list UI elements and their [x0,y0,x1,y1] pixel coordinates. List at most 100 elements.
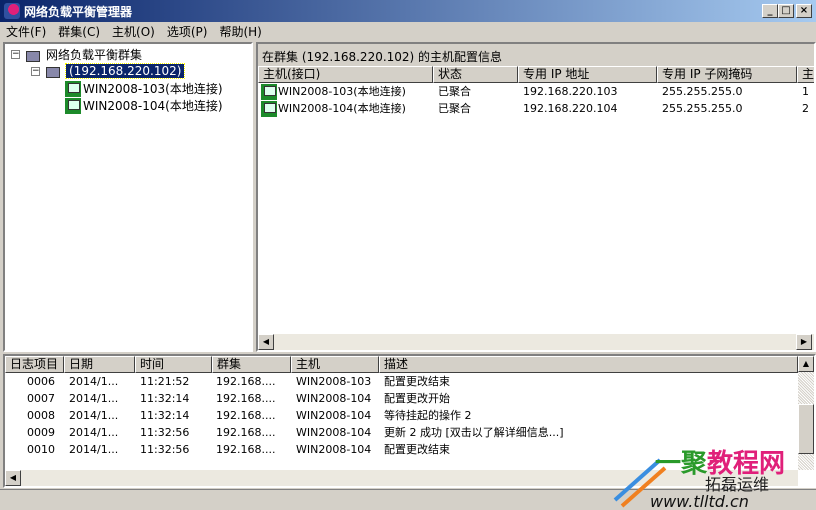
status-bar [0,489,816,510]
scroll-left-icon[interactable]: ◀ [5,470,21,486]
col-priority[interactable]: 主 [797,66,814,83]
cell: WIN2008-103 [296,375,372,388]
cell: 11:32:14 [140,409,190,422]
log-vertical-scrollbar[interactable]: ▲ [798,356,814,470]
app-icon [4,3,20,19]
col-time[interactable]: 时间 [135,356,212,373]
cell: 2014/1... [69,426,119,439]
tree-host[interactable]: WIN2008-103(本地连接) [65,80,223,97]
col-ip[interactable]: 专用 IP 地址 [518,66,657,83]
tree-cluster[interactable]: − (192.168.220.102) [31,63,186,79]
network-cluster-icon [24,47,42,63]
cell: 等待挂起的操作 2 [384,409,472,422]
cell: WIN2008-104(本地连接) [278,102,406,115]
host-row[interactable]: WIN2008-104(本地连接) 已聚合 192.168.220.104 255.2… [258,100,814,117]
cell: 配置更改结束 [384,375,450,388]
cell: 192.168.... [216,443,276,456]
cell: 1 [802,85,809,98]
tree-host-label: WIN2008-103(本地连接) [83,82,223,96]
cell: WIN2008-104 [296,409,372,422]
scroll-up-icon[interactable]: ▲ [798,356,814,372]
cell: 192.168.... [216,392,276,405]
collapse-icon[interactable]: − [31,66,40,76]
maximize-button[interactable]: □ [778,4,794,18]
cell: 192.168.... [216,426,276,439]
cell: 11:21:52 [140,375,190,388]
menu-cluster[interactable]: 群集(C) [52,23,106,40]
menu-options[interactable]: 选项(P) [161,23,214,40]
cell: 192.168.220.103 [523,85,618,98]
cell: 2014/1... [69,409,119,422]
cell: 2014/1... [69,375,119,388]
log-row[interactable]: 0007 2014/1... 11:32:14 192.168.... WIN2008-… [5,390,798,407]
tree-host[interactable]: WIN2008-104(本地连接) [65,97,223,114]
cell: 255.255.255.0 [662,102,743,115]
col-host[interactable]: 主机(接口) [258,66,433,83]
cell: 192.168.... [216,375,276,388]
minimize-button[interactable]: _ [762,4,778,18]
tree-host-label: WIN2008-104(本地连接) [83,99,223,113]
col-status[interactable]: 状态 [433,66,518,83]
log-table: 日志项目 日期 时间 群集 主机 描述 0006 2014/1... 11:21:5… [5,356,798,470]
cluster-icon [44,63,62,79]
cell: 配置更改结束 [384,443,450,456]
cell: 配置更改开始 [384,392,450,405]
cell: 0007 [27,392,55,405]
log-row[interactable]: 0006 2014/1... 11:21:52 192.168.... WIN2008-… [5,373,798,390]
host-horizontal-scrollbar[interactable]: ◀ ▶ [258,334,814,350]
host-config-pane: 在群集 (192.168.220.102) 的主机配置信息 主机(接口) 状态 … [256,42,816,352]
cell: 11:32:56 [140,426,190,439]
close-button[interactable]: × [796,4,812,18]
cell: WIN2008-103(本地连接) [278,85,406,98]
col-host[interactable]: 主机 [291,356,379,373]
collapse-icon[interactable]: − [11,50,20,59]
cluster-tree: − 网络负载平衡群集 − (192.168.220.102) WIN2008-1… [3,42,253,352]
scroll-left-icon[interactable]: ◀ [258,334,274,350]
tree-root[interactable]: − 网络负载平衡群集 [11,46,142,63]
cell: 192.168.220.104 [523,102,618,115]
cell: 2 [802,102,809,115]
host-table: 主机(接口) 状态 专用 IP 地址 专用 IP 子网掩码 主 WIN2008-… [258,66,814,334]
col-cluster[interactable]: 群集 [212,356,291,373]
host-pane-header: 在群集 (192.168.220.102) 的主机配置信息 [262,50,503,64]
menu-host[interactable]: 主机(O) [106,23,161,40]
host-icon [261,84,277,100]
cell: 11:32:14 [140,392,190,405]
cell: WIN2008-104 [296,443,372,456]
cell: 已聚合 [438,85,471,98]
col-mask[interactable]: 专用 IP 子网掩码 [657,66,797,83]
menu-bar: 文件(F) 群集(C) 主机(O) 选项(P) 帮助(H) [0,22,816,41]
cell: 0008 [27,409,55,422]
log-row[interactable]: 0010 2014/1... 11:32:56 192.168.... WIN2008-… [5,441,798,458]
cell: 255.255.255.0 [662,85,743,98]
menu-help[interactable]: 帮助(H) [213,23,267,40]
cell: 11:32:56 [140,443,190,456]
cell: 更新 2 成功 [双击以了解详细信息...] [384,426,564,439]
cell: 2014/1... [69,443,119,456]
tree-cluster-label: (192.168.220.102) [64,63,186,79]
cell: 0006 [27,375,55,388]
host-icon [261,101,277,117]
cell: 192.168.... [216,409,276,422]
log-horizontal-scrollbar[interactable]: ◀ [5,470,798,486]
window-title: 网络负载平衡管理器 [24,4,133,19]
scroll-thumb[interactable] [798,404,814,454]
title-bar: 网络负载平衡管理器 _ □ × [0,0,816,22]
log-row[interactable]: 0009 2014/1... 11:32:56 192.168.... WIN2008-… [5,424,798,441]
host-row[interactable]: WIN2008-103(本地连接) 已聚合 192.168.220.103 255.2… [258,83,814,100]
cell: WIN2008-104 [296,392,372,405]
log-row[interactable]: 0008 2014/1... 11:32:14 192.168.... WIN2008-… [5,407,798,424]
cell: 0009 [27,426,55,439]
col-date[interactable]: 日期 [64,356,135,373]
col-log-entry[interactable]: 日志项目 [5,356,64,373]
cell: 已聚合 [438,102,471,115]
scroll-right-icon[interactable]: ▶ [796,334,812,350]
cell: WIN2008-104 [296,426,372,439]
log-pane: 日志项目 日期 时间 群集 主机 描述 0006 2014/1... 11:21:5… [3,354,816,488]
host-icon [65,97,81,114]
cell: 0010 [27,443,55,456]
menu-file[interactable]: 文件(F) [0,23,52,40]
tree-root-label: 网络负载平衡群集 [46,48,143,62]
cell: 2014/1... [69,392,119,405]
col-description[interactable]: 描述 [379,356,798,373]
